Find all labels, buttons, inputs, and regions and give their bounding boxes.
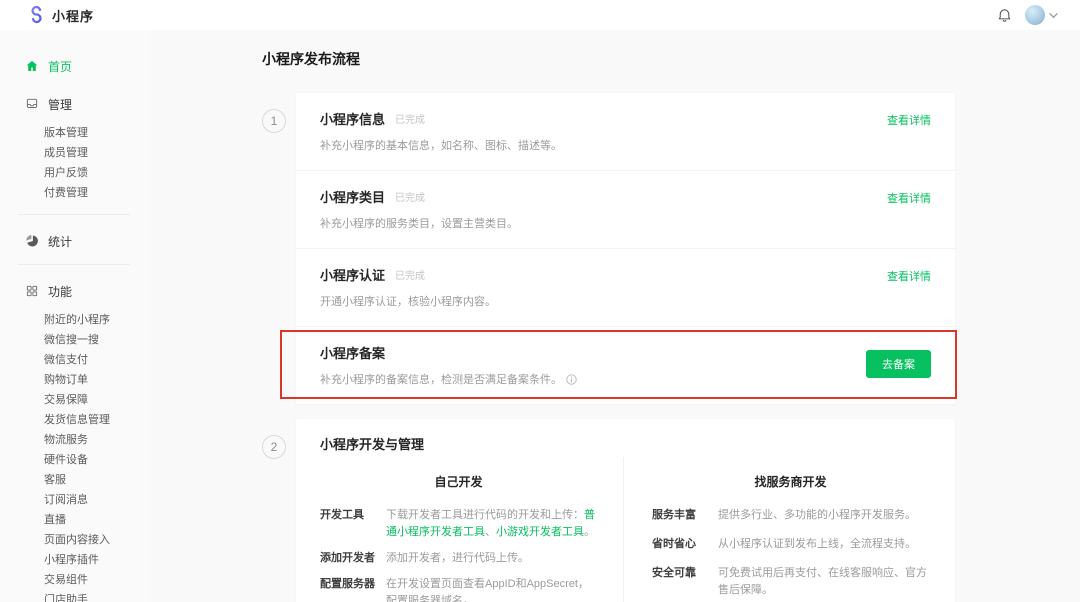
app-logo[interactable]: 小程序 <box>27 6 94 25</box>
home-icon <box>25 59 39 73</box>
row-title: 小程序信息 <box>320 112 386 127</box>
sidebar-item-store-assistant[interactable]: 门店助手 <box>0 590 148 602</box>
stats-pie-icon <box>25 234 39 248</box>
row-miniprogram-verification: 小程序认证 已完成 开通小程序认证，核验小程序内容。 查看详情 <box>296 248 955 326</box>
go-filing-button[interactable]: 去备案 <box>866 350 931 378</box>
row-title: 小程序类目 <box>320 190 386 205</box>
view-details-link[interactable]: 查看详情 <box>887 112 931 128</box>
row-description: 补充小程序的基本信息，如名称、图标、描述等。 <box>320 140 562 152</box>
reliable-row: 安全可靠 可免费试用后再支付、在线客服响应、官方售后保障。 <box>652 565 929 599</box>
avatar <box>1025 5 1045 25</box>
row-label: 配置服务器 <box>320 578 375 590</box>
row-miniprogram-category: 小程序类目 已完成 补充小程序的服务类目，设置主营类目。 查看详情 <box>296 170 955 248</box>
row-text: 从小程序认证到发布上线，全流程支持。 <box>718 538 916 550</box>
view-details-link[interactable]: 查看详情 <box>887 190 931 206</box>
manage-icon <box>25 97 39 111</box>
sidebar-section-label: 功能 <box>48 284 73 299</box>
step-2: 2 小程序开发与管理 自己开发 开发工具 下载开发者工具进行代码的开发和上传：普… <box>262 419 955 602</box>
devtools-minigame-link[interactable]: 小游戏开发者工具 <box>496 526 584 538</box>
account-menu[interactable] <box>1025 5 1058 25</box>
sidebar-item-version[interactable]: 版本管理 <box>0 123 148 143</box>
service-provider-column: 找服务商开发 服务丰富 提供多行业、多功能的小程序开发服务。 省时省心 从小程序… <box>623 457 955 602</box>
notification-bell-icon[interactable] <box>996 7 1013 24</box>
step-2-card: 小程序开发与管理 自己开发 开发工具 下载开发者工具进行代码的开发和上传：普通小… <box>296 419 955 602</box>
features-grid-icon <box>25 284 39 298</box>
miniprogram-logo-icon <box>27 6 45 24</box>
sidebar-home-label: 首页 <box>48 59 73 74</box>
sidebar-item-home[interactable]: 首页 <box>0 54 148 78</box>
row-miniprogram-info: 小程序信息 已完成 补充小程序的基本信息，如名称、图标、描述等。 查看详情 <box>296 93 955 170</box>
row-label: 服务丰富 <box>652 509 696 521</box>
sidebar-item-trade-component[interactable]: 交易组件 <box>0 570 148 590</box>
row-text: 在开发设置页面查看AppID和AppSecret，配置服务器域名。 <box>386 578 589 602</box>
sidebar-item-plugins[interactable]: 小程序插件 <box>0 550 148 570</box>
topbar: 小程序 <box>0 0 1080 30</box>
page-title: 小程序发布流程 <box>262 51 360 67</box>
row-text: 下载开发者工具进行代码的开发和上传：普通小程序开发者工具、小游戏开发者工具。 <box>386 509 595 538</box>
row-label: 省时省心 <box>652 538 696 550</box>
row-text: 提供多行业、多功能的小程序开发服务。 <box>718 509 916 521</box>
sidebar-item-hardware[interactable]: 硬件设备 <box>0 450 148 470</box>
status-badge: 已完成 <box>395 193 426 204</box>
app-window: 小程序 首页 管理 版本管理 成员管理 用户反馈 付费管理 统计 功能 附近的小… <box>0 0 1080 602</box>
sidebar-section-label: 统计 <box>48 234 73 249</box>
sidebar-item-shipping-info[interactable]: 发货信息管理 <box>0 410 148 430</box>
dev-tools-row: 开发工具 下载开发者工具进行代码的开发和上传：普通小程序开发者工具、小游戏开发者… <box>320 507 597 541</box>
row-description: 补充小程序的备案信息，检测是否满足备案条件。 <box>320 374 562 386</box>
status-badge: 已完成 <box>395 271 426 282</box>
app-title: 小程序 <box>52 8 95 24</box>
sidebar-section-features[interactable]: 功能 <box>0 279 148 303</box>
sidebar-item-live[interactable]: 直播 <box>0 510 148 530</box>
sidebar-section-label: 管理 <box>48 97 73 112</box>
step-2-title: 小程序开发与管理 <box>320 437 425 452</box>
row-label: 安全可靠 <box>652 567 696 579</box>
view-details-link[interactable]: 查看详情 <box>887 268 931 284</box>
sidebar-divider <box>18 264 130 265</box>
rich-services-row: 服务丰富 提供多行业、多功能的小程序开发服务。 <box>652 507 929 524</box>
sidebar-item-members[interactable]: 成员管理 <box>0 143 148 163</box>
server-config-row: 配置服务器 在开发设置页面查看AppID和AppSecret，配置服务器域名。 <box>320 576 597 602</box>
topbar-right <box>996 5 1058 25</box>
status-badge: 已完成 <box>395 115 426 126</box>
row-text: 添加开发者，进行代码上传。 <box>386 552 529 564</box>
info-icon[interactable] <box>566 373 577 385</box>
sidebar-item-wepay[interactable]: 微信支付 <box>0 350 148 370</box>
row-text: 可免费试用后再支付、在线客服响应、官方售后保障。 <box>718 567 927 596</box>
sidebar-item-search[interactable]: 微信搜一搜 <box>0 330 148 350</box>
row-title: 小程序认证 <box>320 268 386 283</box>
row-label: 开发工具 <box>320 509 364 521</box>
row-miniprogram-icp-filing: 小程序备案 补充小程序的备案信息，检测是否满足备案条件。 去备案 <box>280 326 957 404</box>
sidebar-feature-items: 附近的小程序 微信搜一搜 微信支付 购物订单 交易保障 发货信息管理 物流服务 … <box>0 310 148 602</box>
row-description: 补充小程序的服务类目，设置主营类目。 <box>320 218 518 230</box>
sidebar-divider <box>18 214 130 215</box>
sidebar-item-payment[interactable]: 付费管理 <box>0 183 148 203</box>
main-content: 小程序发布流程 1 小程序信息 已完成 补充小程序的基本信息，如名称、图标、描述… <box>148 30 1080 602</box>
step-2-number: 2 <box>262 435 286 459</box>
sidebar-item-nearby[interactable]: 附近的小程序 <box>0 310 148 330</box>
sidebar-item-feedback[interactable]: 用户反馈 <box>0 163 148 183</box>
column-header: 自己开发 <box>434 475 483 489</box>
sidebar-section-stats[interactable]: 统计 <box>0 229 148 253</box>
sidebar-item-page-content[interactable]: 页面内容接入 <box>0 530 148 550</box>
time-saving-row: 省时省心 从小程序认证到发布上线，全流程支持。 <box>652 536 929 553</box>
add-developer-row: 添加开发者 添加开发者，进行代码上传。 <box>320 550 597 567</box>
step-1-card: 小程序信息 已完成 补充小程序的基本信息，如名称、图标、描述等。 查看详情 小程… <box>280 93 957 404</box>
step-1-number: 1 <box>262 109 286 133</box>
sidebar: 首页 管理 版本管理 成员管理 用户反馈 付费管理 统计 功能 附近的小程序 微… <box>0 30 148 602</box>
self-development-column: 自己开发 开发工具 下载开发者工具进行代码的开发和上传：普通小程序开发者工具、小… <box>296 457 623 602</box>
sidebar-item-support[interactable]: 客服 <box>0 470 148 490</box>
sidebar-section-manage[interactable]: 管理 <box>0 92 148 116</box>
sidebar-item-guarantee[interactable]: 交易保障 <box>0 390 148 410</box>
row-description: 开通小程序认证，核验小程序内容。 <box>320 296 496 308</box>
step-1: 1 小程序信息 已完成 补充小程序的基本信息，如名称、图标、描述等。 查看详情 <box>262 93 957 404</box>
sidebar-item-subscribe-msg[interactable]: 订阅消息 <box>0 490 148 510</box>
row-label: 添加开发者 <box>320 552 375 564</box>
row-title: 小程序备案 <box>320 346 386 361</box>
column-header: 找服务商开发 <box>754 475 827 489</box>
sidebar-manage-items: 版本管理 成员管理 用户反馈 付费管理 <box>0 123 148 203</box>
sidebar-item-logistics[interactable]: 物流服务 <box>0 430 148 450</box>
chevron-down-icon <box>1049 12 1058 18</box>
sidebar-item-orders[interactable]: 购物订单 <box>0 370 148 390</box>
